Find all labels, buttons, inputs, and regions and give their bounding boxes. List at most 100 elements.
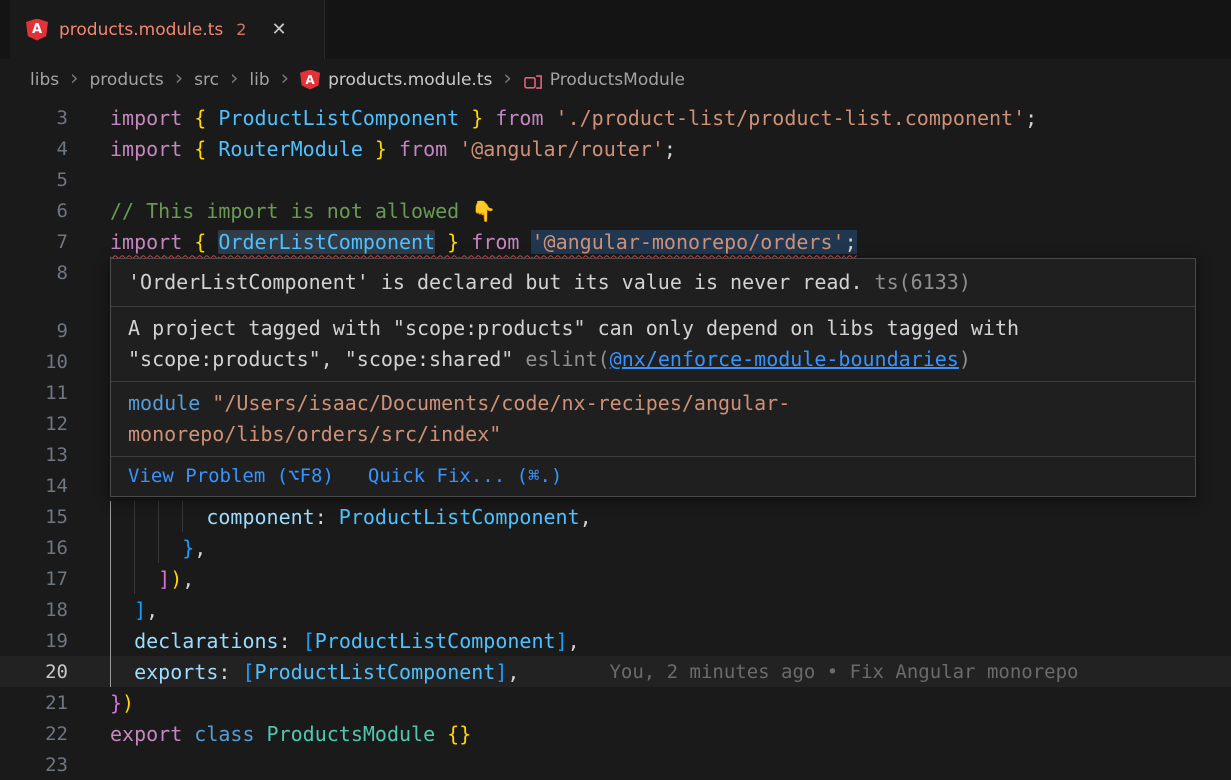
view-problem-link[interactable]: View Problem (⌥F8) — [128, 462, 334, 491]
line-number[interactable]: 15 — [0, 506, 68, 528]
code-line-3[interactable]: 3 import { ProductListComponent } from '.… — [0, 102, 1231, 133]
line-number[interactable]: 13 — [0, 444, 68, 466]
chevron-right-icon: › — [230, 66, 238, 90]
code-token: '@angular-monorepo/orders' — [531, 230, 844, 254]
code-editor[interactable]: 3 import { ProductListComponent } from '.… — [0, 100, 1231, 780]
code-token: from — [459, 230, 531, 254]
module-path-line1: "/Users/isaac/Documents/code/nx-recipes/… — [200, 391, 790, 415]
line-number[interactable]: 14 — [0, 475, 68, 497]
tab-products-module[interactable]: A products.module.ts 2 ✕ — [10, 0, 325, 59]
code-line-4[interactable]: 4 import { RouterModule } from '@angular/… — [0, 133, 1231, 164]
line-content[interactable]: ]), — [110, 563, 194, 594]
line-number[interactable]: 7 — [0, 231, 68, 253]
code-line-23[interactable]: 23 — [0, 749, 1231, 780]
diagnostic-text: 'OrderListComponent' is declared but its… — [128, 270, 863, 294]
line-number[interactable]: 12 — [0, 413, 68, 435]
line-content[interactable]: }, — [110, 532, 206, 563]
code-line-22[interactable]: 22 export class ProductsModule {} — [0, 718, 1231, 749]
active-indent-guide — [110, 594, 111, 625]
code-token: from — [387, 137, 459, 161]
code-token: ProductListComponent — [315, 629, 556, 653]
line-number[interactable]: 20 — [0, 661, 68, 683]
line-number[interactable]: 11 — [0, 382, 68, 404]
breadcrumb-item-symbol[interactable]: ProductsModule — [550, 70, 685, 90]
eslint-source-suffix: ) — [959, 347, 971, 371]
line-number[interactable]: 23 — [0, 754, 68, 776]
code-token: ] — [158, 567, 170, 591]
hover-actions-bar: View Problem (⌥F8) Quick Fix... (⌘.) — [111, 457, 1195, 496]
line-number[interactable]: 16 — [0, 537, 68, 559]
line-number[interactable]: 19 — [0, 630, 68, 652]
close-icon[interactable]: ✕ — [271, 19, 286, 40]
line-number[interactable]: 18 — [0, 599, 68, 621]
code-line-17[interactable]: 17 ]), — [0, 563, 1231, 594]
line-content[interactable]: ], — [110, 594, 158, 625]
code-token: { — [194, 137, 206, 161]
code-token: ] — [134, 598, 146, 622]
active-indent-guide — [110, 625, 111, 656]
line-content[interactable]: component: ProductListComponent, — [110, 501, 592, 532]
code-token: ; — [845, 230, 857, 254]
code-line-16[interactable]: 16 }, — [0, 532, 1231, 563]
code-token: component — [206, 505, 314, 529]
line-number[interactable]: 6 — [0, 200, 68, 222]
code-token: ProductListComponent — [206, 106, 471, 130]
eslint-text-line1: A project tagged with "scope:products" c… — [128, 316, 1019, 340]
code-token: : — [218, 660, 242, 684]
code-token: ) — [170, 567, 182, 591]
quick-fix-link[interactable]: Quick Fix... (⌘.) — [368, 462, 562, 491]
code-line-6[interactable]: 6 // This import is not allowed 👇 — [0, 195, 1231, 226]
chevron-right-icon: › — [281, 66, 289, 90]
line-number[interactable]: 22 — [0, 723, 68, 745]
line-content[interactable]: declarations: [ProductListComponent], — [110, 625, 580, 656]
breadcrumb-item-src[interactable]: src — [194, 70, 219, 90]
code-token: ; — [1025, 106, 1037, 130]
code-token: ProductListComponent — [255, 660, 496, 684]
line-number[interactable]: 21 — [0, 692, 68, 714]
code-line-15[interactable]: 15 component: ProductListComponent, — [0, 501, 1231, 532]
line-content[interactable]: import { RouterModule } from '@angular/r… — [110, 133, 676, 164]
line-number[interactable]: 10 — [0, 351, 68, 373]
code-token: class — [194, 722, 266, 746]
eslint-rule-link[interactable]: @nx/enforce-module-boundaries — [610, 347, 959, 371]
code-token: export — [110, 722, 194, 746]
code-line-18[interactable]: 18 ], — [0, 594, 1231, 625]
tab-bar: A products.module.ts 2 ✕ — [0, 0, 1231, 59]
code-token: } — [435, 230, 459, 254]
line-number[interactable]: 17 — [0, 568, 68, 590]
breadcrumb-item-lib[interactable]: lib — [249, 70, 269, 90]
code-token — [110, 660, 134, 684]
line-content[interactable]: import { OrderListComponent } from '@ang… — [110, 226, 857, 257]
tab-title: products.module.ts — [59, 20, 223, 40]
line-number[interactable]: 5 — [0, 169, 68, 191]
active-indent-guide — [110, 656, 111, 687]
code-line-5[interactable]: 5 — [0, 164, 1231, 195]
line-number[interactable]: 4 — [0, 138, 68, 160]
breadcrumb-item-products[interactable]: products — [90, 70, 164, 90]
line-number[interactable]: 3 — [0, 107, 68, 129]
problem-hover-popup: 'OrderListComponent' is declared but its… — [110, 258, 1196, 497]
code-token: './product-list/product-list.component' — [556, 106, 1026, 130]
code-line-19[interactable]: 19 declarations: [ProductListComponent], — [0, 625, 1231, 656]
code-token: } — [110, 691, 122, 715]
code-line-20[interactable]: 20 exports: [ProductListComponent],You, … — [0, 656, 1231, 687]
breadcrumb-item-file[interactable]: products.module.ts — [328, 70, 492, 90]
module-keyword: module — [128, 391, 200, 415]
code-token: { — [194, 106, 206, 130]
code-line-21[interactable]: 21}) — [0, 687, 1231, 718]
line-content[interactable]: export class ProductsModule {} — [110, 718, 471, 749]
breadcrumb-item-libs[interactable]: libs — [30, 70, 59, 90]
line-content[interactable]: // This import is not allowed 👇 — [110, 195, 496, 226]
active-indent-guide — [110, 501, 111, 532]
code-token: ] — [556, 629, 568, 653]
line-content[interactable]: }) — [110, 687, 134, 718]
git-blame-annotation: You, 2 minutes ago • Fix Angular monorep… — [609, 661, 1078, 683]
line-number[interactable]: 8 — [0, 262, 68, 284]
line-number[interactable]: 9 — [0, 320, 68, 342]
code-token: exports — [134, 660, 218, 684]
line-content[interactable]: import { ProductListComponent } from './… — [110, 102, 1037, 133]
tab-problem-count-badge: 2 — [236, 20, 246, 39]
code-token: RouterModule — [206, 137, 375, 161]
line-content[interactable]: exports: [ProductListComponent],You, 2 m… — [110, 656, 1078, 687]
code-line-7[interactable]: 7 import { OrderListComponent } from '@an… — [0, 226, 1231, 257]
